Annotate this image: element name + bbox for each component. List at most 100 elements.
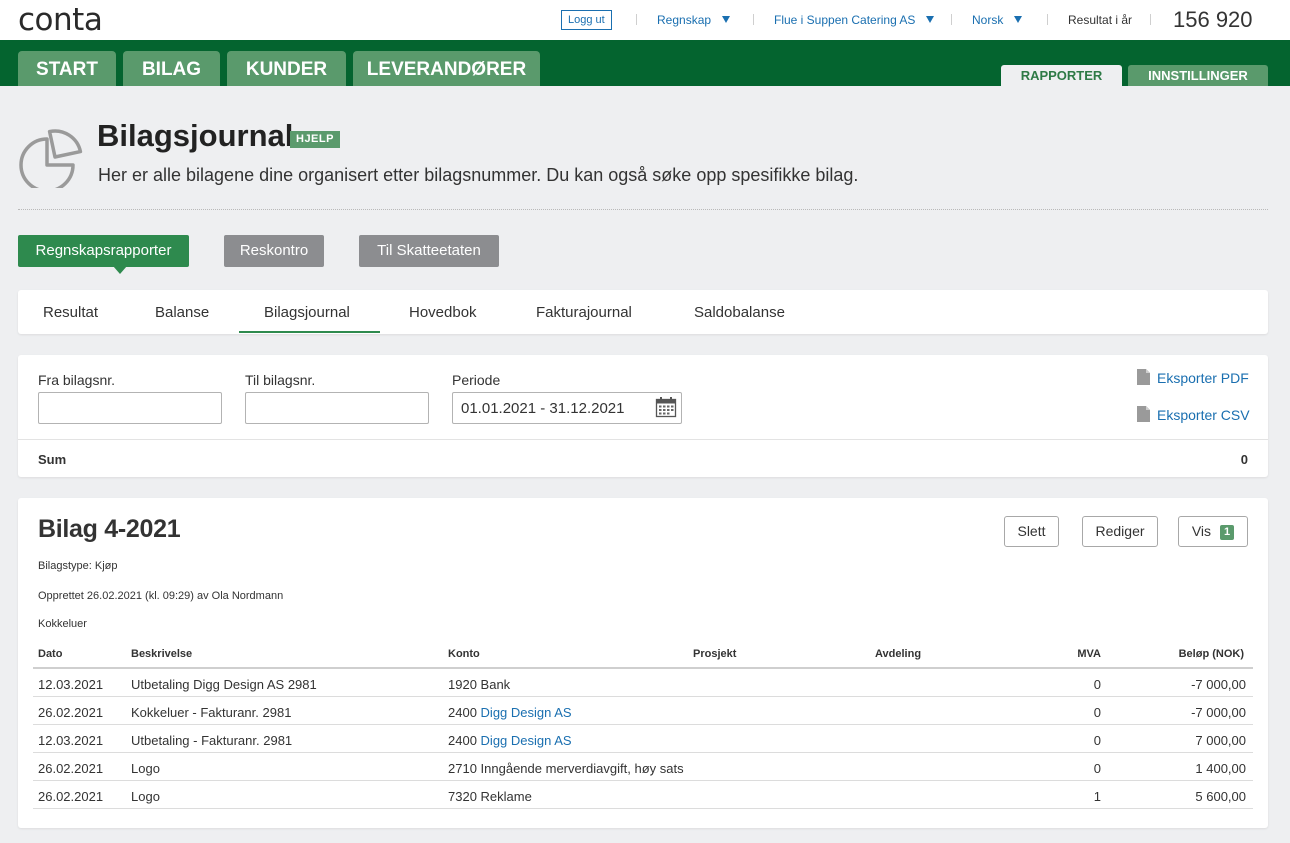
- cell-mva: 0: [1093, 733, 1101, 748]
- account-link[interactable]: Digg Design AS: [481, 733, 572, 748]
- cell-mva: 0: [1093, 677, 1101, 692]
- view-button[interactable]: Vis 1: [1178, 516, 1248, 547]
- chevron-down-icon: [722, 16, 731, 23]
- table-row: 26.02.2021 Kokkeluer - Fakturanr. 2981 2…: [33, 697, 1253, 725]
- account-name: Inngående merverdiavgift, høy sats: [480, 761, 684, 776]
- cell-account: 2400 Digg Design AS: [448, 733, 572, 748]
- bilag-type: Bilagstype: Kjøp: [38, 560, 118, 572]
- tab-bilagsjournal[interactable]: Bilagsjournal: [264, 304, 350, 321]
- sum-value: 0: [1240, 452, 1248, 467]
- pdf-file-icon: [1137, 369, 1150, 385]
- to-bilagsnr-input[interactable]: [245, 392, 429, 424]
- nav-tab-kunder[interactable]: KUNDER: [227, 51, 346, 86]
- period-label: Periode: [452, 372, 501, 388]
- table-row: 12.03.2021 Utbetaling Digg Design AS 298…: [33, 669, 1253, 697]
- reskontro-button[interactable]: Reskontro: [224, 235, 324, 267]
- help-button[interactable]: HJELP: [290, 131, 340, 148]
- tab-saldobalanse[interactable]: Saldobalanse: [694, 304, 785, 321]
- column-header-mva: MVA: [1077, 648, 1101, 660]
- cell-description: Utbetaling Digg Design AS 2981: [131, 677, 317, 692]
- table-row: 12.03.2021 Utbetaling - Fakturanr. 2981 …: [33, 725, 1253, 753]
- table-row: 26.02.2021 Logo 7320 Reklame 1 5 600,00: [33, 781, 1253, 809]
- divider: [951, 14, 952, 25]
- column-header-konto: Konto: [448, 648, 480, 660]
- bilag-card: Bilag 4-2021 Bilagstype: Kjøp Opprettet …: [18, 498, 1268, 828]
- regnskapsrapporter-label: Regnskapsrapporter: [35, 242, 172, 259]
- cell-mva: 0: [1093, 705, 1101, 720]
- export-csv-link[interactable]: Eksporter CSV: [1157, 407, 1250, 423]
- account-name: Reklame: [480, 789, 532, 804]
- nav-tab-innstillinger[interactable]: INNSTILLINGER: [1128, 65, 1268, 86]
- cell-amount: -7 000,00: [1191, 677, 1246, 692]
- report-tabs: Resultat Balanse Bilagsjournal Hovedbok …: [18, 290, 1268, 334]
- chevron-down-icon: [926, 16, 935, 23]
- from-bilagsnr-input[interactable]: [38, 392, 222, 424]
- bilag-created: Opprettet 26.02.2021 (kl. 09:29) av Ola …: [38, 590, 284, 602]
- cell-amount: -7 000,00: [1191, 705, 1246, 720]
- edit-button[interactable]: Rediger: [1082, 516, 1158, 547]
- period-input[interactable]: [452, 392, 682, 424]
- from-label: Fra bilagsnr.: [38, 372, 116, 388]
- tab-balanse[interactable]: Balanse: [155, 304, 209, 321]
- conta-logo[interactable]: conta: [18, 2, 103, 38]
- regnskap-dropdown[interactable]: Regnskap: [657, 13, 731, 27]
- page-subtitle: Her er alle bilagene dine organisert ett…: [98, 165, 859, 185]
- column-header-avdeling: Avdeling: [875, 648, 922, 660]
- nav-tab-start[interactable]: START: [18, 51, 116, 86]
- caret-down-icon: [113, 266, 127, 274]
- cell-amount: 7 000,00: [1195, 733, 1246, 748]
- account-number: 2400: [448, 705, 477, 720]
- page-title: Bilagsjournal: [97, 118, 294, 153]
- nav-tab-bilag[interactable]: BILAG: [123, 51, 220, 86]
- cell-account: 7320 Reklame: [448, 789, 532, 804]
- cell-description: Utbetaling - Fakturanr. 2981: [131, 733, 293, 748]
- divider: [753, 14, 754, 25]
- sum-label: Sum: [38, 452, 67, 467]
- divider: [1047, 14, 1048, 25]
- tab-fakturajournal[interactable]: Fakturajournal: [536, 304, 632, 321]
- tab-hovedbok[interactable]: Hovedbok: [409, 304, 477, 321]
- til-skatteetaten-button[interactable]: Til Skatteetaten: [359, 235, 499, 267]
- regnskapsrapporter-button[interactable]: Regnskapsrapporter: [18, 235, 189, 274]
- account-name: Bank: [480, 677, 511, 692]
- cell-account: 1920 Bank: [448, 677, 510, 692]
- company-dropdown[interactable]: Flue i Suppen Catering AS: [774, 13, 935, 27]
- to-label: Til bilagsnr.: [245, 372, 316, 388]
- language-dropdown[interactable]: Norsk: [972, 13, 1023, 27]
- divider: [636, 14, 637, 25]
- cell-description: Kokkeluer - Fakturanr. 2981: [131, 705, 292, 720]
- pie-chart-icon: [19, 129, 83, 188]
- regnskap-label: Regnskap: [657, 13, 712, 27]
- bilag-description: Kokkeluer: [38, 618, 87, 630]
- bilag-title: Bilag 4-2021: [38, 515, 181, 543]
- table-row: 26.02.2021 Logo 2710 Inngående merverdia…: [33, 753, 1253, 781]
- nav-tab-rapporter[interactable]: RAPPORTER: [1001, 65, 1122, 86]
- language-label: Norsk: [972, 13, 1004, 27]
- account-number: 2400: [448, 733, 477, 748]
- nav-tab-leverandorer[interactable]: LEVERANDØRER: [353, 51, 540, 86]
- cell-date: 26.02.2021: [38, 789, 104, 804]
- column-header-belop: Beløp (NOK): [1178, 648, 1244, 660]
- result-value: 156 920: [1173, 7, 1253, 32]
- cell-mva: 0: [1093, 761, 1101, 776]
- attachment-count-badge: 1: [1220, 525, 1235, 540]
- filter-panel: Fra bilagsnr. Til bilagsnr. Periode Eksp…: [18, 355, 1268, 477]
- column-header-prosjekt: Prosjekt: [693, 648, 737, 660]
- calendar-icon[interactable]: [655, 396, 677, 418]
- cell-date: 12.03.2021: [38, 677, 104, 692]
- divider: [18, 439, 1268, 440]
- divider: [18, 209, 1268, 210]
- cell-amount: 1 400,00: [1195, 761, 1246, 776]
- cell-description: Logo: [131, 761, 160, 776]
- account-number: 2710: [448, 761, 477, 776]
- tab-resultat[interactable]: Resultat: [43, 304, 98, 321]
- export-pdf-link[interactable]: Eksporter PDF: [1157, 370, 1249, 386]
- delete-button[interactable]: Slett: [1004, 516, 1059, 547]
- cell-amount: 5 600,00: [1195, 789, 1246, 804]
- logout-button[interactable]: Logg ut: [561, 10, 612, 30]
- cell-description: Logo: [131, 789, 160, 804]
- account-number: 1920: [448, 677, 477, 692]
- column-header-beskrivelse: Beskrivelse: [131, 648, 193, 660]
- account-link[interactable]: Digg Design AS: [481, 705, 572, 720]
- divider: [1150, 14, 1151, 25]
